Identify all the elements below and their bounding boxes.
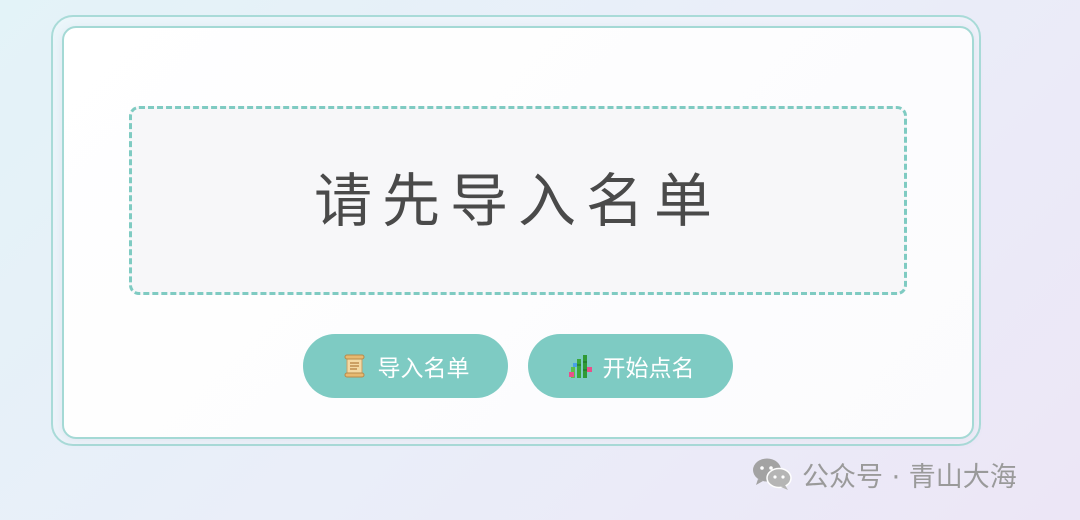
import-list-button[interactable]: 导入名单 bbox=[303, 334, 508, 398]
bamboo-icon bbox=[567, 353, 593, 379]
watermark: 公众号 · 青山大海 bbox=[752, 456, 1017, 493]
name-display-box: 请先导入名单 bbox=[129, 106, 907, 295]
scroll-icon bbox=[342, 353, 368, 379]
start-rollcall-button[interactable]: 开始点名 bbox=[528, 334, 733, 398]
name-display-text: 请先导入名单 bbox=[313, 166, 722, 235]
wechat-icon bbox=[752, 457, 792, 491]
import-list-label: 导入名单 bbox=[377, 356, 470, 382]
start-rollcall-label: 开始点名 bbox=[602, 356, 695, 382]
watermark-text: 公众号 · 青山大海 bbox=[802, 461, 1017, 493]
